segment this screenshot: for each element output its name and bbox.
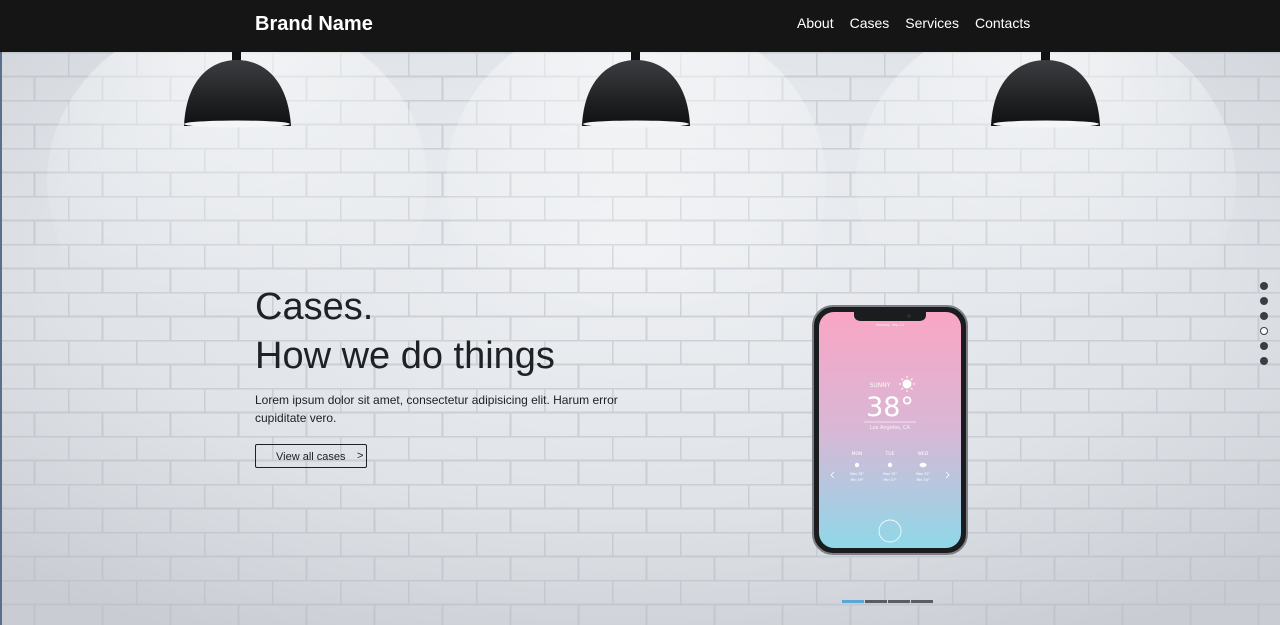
nav-link-about[interactable]: About bbox=[797, 15, 834, 31]
side-nav-dot[interactable] bbox=[1260, 357, 1268, 365]
phone-weather-condition: SUNNY bbox=[870, 382, 891, 389]
side-nav-dot[interactable] bbox=[1260, 312, 1268, 320]
hero-section: Cases. How we do things Lorem ipsum dolo… bbox=[0, 52, 1280, 625]
brand-logo[interactable]: Brand Name bbox=[255, 12, 373, 36]
view-all-cases-label: View all cases bbox=[276, 451, 346, 463]
hero-title: Cases. How we do things bbox=[255, 283, 655, 381]
nav-link-cases[interactable]: Cases bbox=[850, 15, 890, 31]
nav-link-services[interactable]: Services bbox=[905, 15, 959, 31]
side-nav-dots bbox=[1260, 282, 1268, 372]
navbar: Brand Name About Cases Services Contacts bbox=[0, 0, 1280, 52]
side-nav-dot[interactable] bbox=[1260, 297, 1268, 305]
slider-indicator[interactable] bbox=[865, 600, 887, 603]
phone-day-wed: WED bbox=[918, 451, 929, 457]
phone-mockup: Monday, Sep 12 SUNNY 38° Los Angeles, CA… bbox=[812, 305, 968, 555]
view-all-cases-button[interactable]: View all cases > bbox=[255, 444, 367, 468]
side-nav-dot[interactable] bbox=[1260, 342, 1268, 350]
phone-low-mon: Min 59° bbox=[850, 478, 863, 482]
phone-high-wed: Max 72° bbox=[916, 472, 930, 476]
hero-title-line-2: How we do things bbox=[255, 335, 555, 377]
hero-title-line-1: Cases. bbox=[255, 286, 374, 328]
side-nav-dot-active[interactable] bbox=[1260, 327, 1268, 335]
hero-content: Cases. How we do things Lorem ipsum dolo… bbox=[255, 283, 655, 468]
side-nav-dot[interactable] bbox=[1260, 282, 1268, 290]
page: Brand Name About Cases Services Contacts bbox=[0, 0, 1280, 625]
nav-link-contacts[interactable]: Contacts bbox=[975, 15, 1030, 31]
nav-links: About Cases Services Contacts bbox=[797, 15, 1046, 31]
slider-indicator[interactable] bbox=[911, 600, 933, 603]
phone-day-mon: MON bbox=[852, 451, 863, 457]
phone-low-wed: Min 54° bbox=[916, 478, 929, 482]
phone-status-time: Monday, Sep 12 bbox=[876, 323, 904, 327]
slider-indicator[interactable] bbox=[888, 600, 910, 603]
sun-small-icon bbox=[887, 462, 893, 468]
phone-low-tue: Min 57° bbox=[883, 478, 896, 482]
arrow-right-icon: > bbox=[357, 450, 364, 462]
cloud-icon bbox=[919, 462, 927, 468]
phone-day-tue: TUE bbox=[885, 451, 895, 457]
slider-indicator-active[interactable] bbox=[842, 600, 864, 603]
sun-small-icon bbox=[854, 462, 860, 468]
phone-temperature: 38° bbox=[866, 392, 914, 423]
slider-indicators bbox=[842, 600, 934, 603]
hero-description: Lorem ipsum dolor sit amet, consectetur … bbox=[255, 393, 618, 425]
phone-high-tue: Max 75° bbox=[883, 472, 897, 476]
phone-high-mon: Max 78° bbox=[850, 472, 864, 476]
phone-location: Los Angeles, CA bbox=[870, 425, 911, 431]
